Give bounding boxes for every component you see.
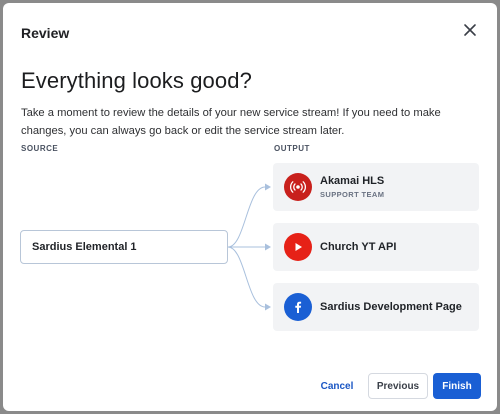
output-name: Church YT API	[320, 240, 397, 253]
output-name: Akamai HLS	[320, 175, 385, 187]
output-card-facebook: Sardius Development Page	[273, 283, 479, 331]
source-name: Sardius Elemental 1	[32, 241, 137, 253]
review-dialog: Review Everything looks good? Take a mom…	[3, 3, 497, 411]
dialog-title: Review	[21, 25, 70, 41]
output-name: Sardius Development Page	[320, 300, 462, 313]
output-column-label: OUTPUT	[274, 144, 310, 153]
page-heading: Everything looks good?	[21, 68, 252, 93]
previous-button[interactable]: Previous	[368, 373, 428, 399]
close-button[interactable]	[461, 21, 479, 39]
output-card-akamai: Akamai HLS SUPPORT TEAM	[273, 163, 479, 211]
source-column-label: SOURCE	[21, 144, 59, 153]
facebook-icon	[284, 293, 312, 321]
connector-to-output-3	[227, 246, 266, 308]
broadcast-icon	[284, 173, 312, 201]
cancel-button[interactable]: Cancel	[313, 373, 361, 399]
close-icon	[464, 24, 476, 36]
description-text: Take a moment to review the details of y…	[21, 107, 441, 137]
finish-button[interactable]: Finish	[433, 373, 481, 399]
output-card-youtube: Church YT API	[273, 223, 479, 271]
youtube-icon	[284, 233, 312, 261]
source-card: Sardius Elemental 1	[20, 230, 228, 264]
output-subtitle: SUPPORT TEAM	[320, 190, 385, 199]
connector-to-output-1	[227, 186, 266, 248]
